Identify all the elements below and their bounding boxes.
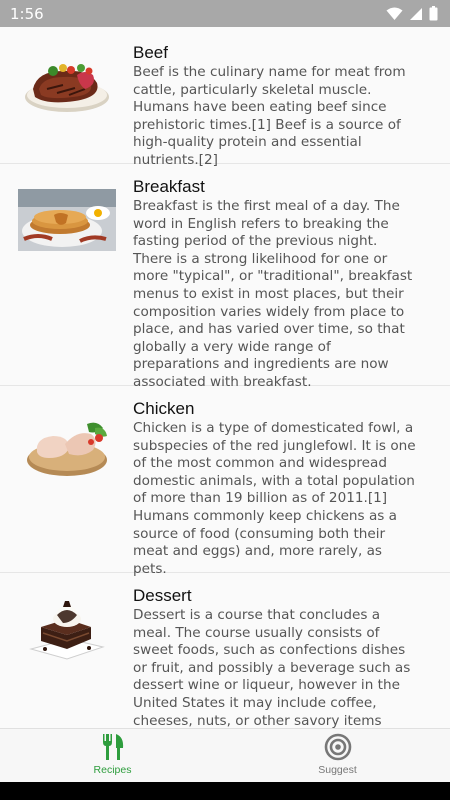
app-screen: 1:56 Beef Beef is the culinary name for … — [0, 0, 450, 800]
status-time: 1:56 — [10, 5, 44, 23]
recipe-description: Dessert is a course that concludes a mea… — [133, 607, 411, 728]
tab-label: Suggest — [318, 764, 357, 776]
battery-icon — [429, 6, 438, 21]
fork-knife-icon — [100, 733, 126, 761]
tab-suggest[interactable]: Suggest — [225, 729, 450, 782]
status-icons — [386, 6, 438, 21]
bottom-navigation: Recipes Suggest — [0, 728, 450, 782]
breakfast-pancakes-image — [17, 189, 116, 251]
recipe-thumbnail — [0, 27, 133, 163]
recipe-title: Dessert — [133, 586, 192, 605]
recipe-title: Beef — [133, 43, 168, 62]
recipe-description: Beef is the culinary name for meat from … — [133, 64, 406, 168]
recipe-list[interactable]: Beef Beef is the culinary name for meat … — [0, 27, 450, 728]
recipe-title: Chicken — [133, 399, 195, 418]
recipe-item-breakfast[interactable]: Breakfast Breakfast is the first meal of… — [0, 164, 450, 390]
recipe-item-dessert[interactable]: Dessert Dessert is a course that conclud… — [0, 573, 450, 728]
recipe-description: Breakfast is the first meal of a day. Th… — [133, 198, 413, 390]
recipe-thumbnail — [0, 573, 133, 728]
wifi-icon — [386, 7, 403, 21]
target-icon — [324, 733, 352, 761]
status-bar: 1:56 — [0, 0, 450, 27]
recipe-title: Breakfast — [133, 177, 205, 196]
recipe-thumbnail — [0, 164, 133, 385]
recipe-thumbnail — [0, 386, 133, 572]
tab-recipes[interactable]: Recipes — [0, 729, 225, 782]
chocolate-dessert-image — [28, 601, 105, 660]
chicken-legs-image — [26, 422, 107, 476]
beef-steak-image — [24, 64, 109, 112]
recipe-item-beef[interactable]: Beef Beef is the culinary name for meat … — [0, 27, 450, 168]
signal-icon — [409, 7, 423, 21]
tab-label: Recipes — [93, 764, 132, 776]
recipe-description: Chicken is a type of domesticated fowl, … — [133, 420, 416, 577]
recipe-item-chicken[interactable]: Chicken Chicken is a type of domesticate… — [0, 386, 450, 577]
system-navigation-bar — [0, 782, 450, 800]
